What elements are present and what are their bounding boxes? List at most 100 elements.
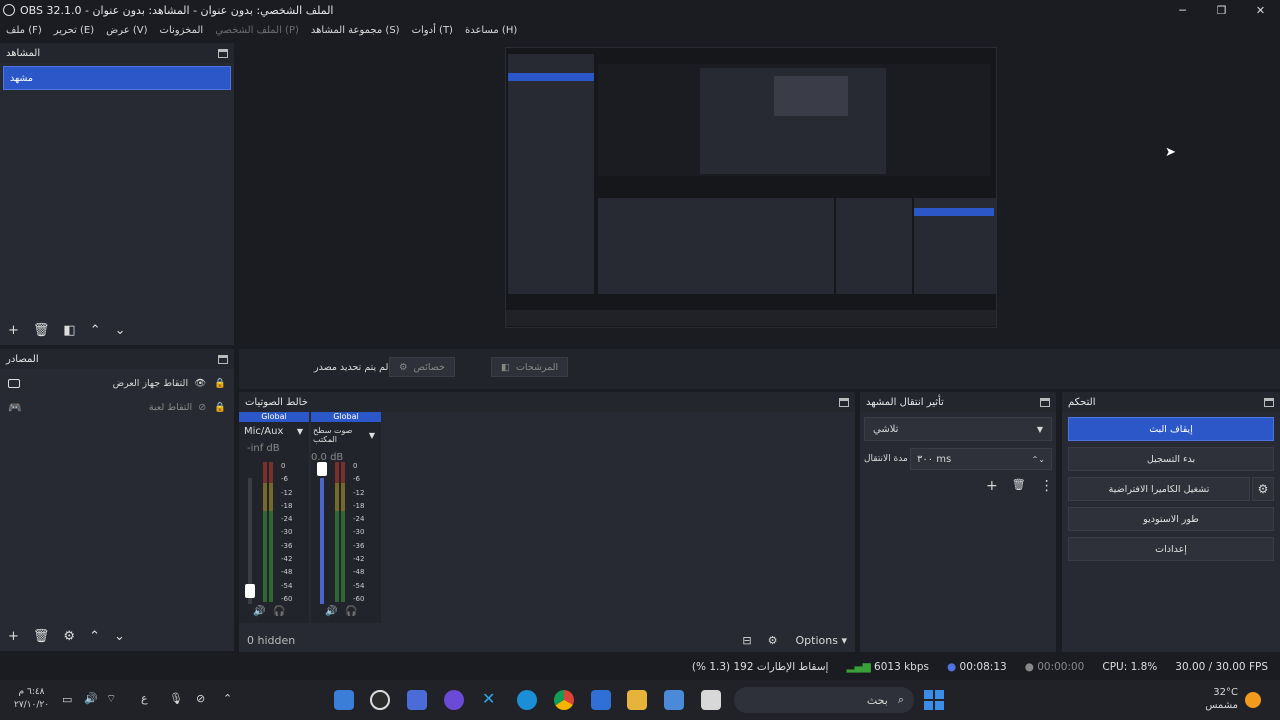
arrow-up-icon[interactable]: ⌃	[89, 629, 100, 644]
headphones-icon[interactable]: 🎧	[345, 606, 357, 617]
monitor-icon	[8, 378, 20, 388]
volume-slider-track[interactable]	[320, 478, 324, 604]
weather-widget[interactable]: 32°C مشمس	[1200, 686, 1238, 712]
start-virtual-camera-button[interactable]: تشغيل الكاميرا الافتراضية	[1068, 477, 1250, 501]
start-recording-button[interactable]: بدء التسجيل	[1068, 447, 1274, 471]
more-icon[interactable]: ⋮	[1040, 478, 1054, 494]
maximize-button[interactable]: ❐	[1202, 0, 1241, 20]
taskbar-app-icon[interactable]	[407, 690, 427, 710]
arrow-down-icon[interactable]: ⌄	[115, 323, 126, 338]
undock-icon[interactable]	[218, 48, 228, 58]
lock-icon[interactable]: 🔒	[214, 402, 226, 413]
chevron-up-icon[interactable]: ⌃	[223, 692, 232, 705]
transitions-dock: تأثير انتقال المشهد تلاشي ▼ مدة الانتقال…	[860, 392, 1056, 652]
stop-streaming-button[interactable]: إيقاف البث	[1068, 417, 1274, 441]
eye-hidden-icon[interactable]: ⊘	[198, 402, 206, 413]
mouse-cursor-icon: ➤	[1165, 145, 1176, 160]
notifications-off-icon[interactable]: ⊘	[196, 692, 205, 705]
undock-icon[interactable]	[1040, 397, 1050, 407]
obs-taskbar-icon[interactable]	[370, 690, 390, 710]
gear-icon[interactable]: ⚙	[768, 634, 778, 647]
input-language[interactable]: ع	[141, 692, 148, 705]
layout-icon[interactable]: ⊟	[742, 634, 751, 647]
menu-tools[interactable]: أدوات (T)	[412, 25, 453, 36]
record-icon: ●	[1024, 661, 1034, 673]
trash-icon[interactable]: 🗑	[33, 629, 50, 644]
volume-slider-handle[interactable]	[245, 584, 255, 598]
filter-icon[interactable]: ◧	[63, 323, 75, 338]
menu-help[interactable]: مساعدة (H)	[465, 25, 517, 36]
arrow-down-icon[interactable]: ⌄	[114, 629, 125, 644]
stream-timer: ● 00:08:13	[947, 661, 1007, 673]
capcut-icon[interactable]: ✕	[482, 689, 495, 708]
duration-input[interactable]: ٣٠٠ ms ⌃⌄	[910, 448, 1052, 470]
eye-icon[interactable]: 👁	[194, 378, 206, 389]
menu-docks[interactable]: المخزونات	[160, 25, 204, 36]
clock[interactable]: ٦:٤٨ م ٢٧/١٠/٢٠	[14, 686, 49, 712]
trash-icon[interactable]: 🗑	[1012, 478, 1026, 494]
task-view-icon[interactable]	[701, 690, 721, 710]
minimize-button[interactable]: ─	[1163, 0, 1202, 20]
virtual-camera-settings-icon[interactable]: ⚙	[1252, 477, 1274, 501]
gear-icon[interactable]: ⚙	[63, 629, 75, 644]
undock-icon[interactable]	[1264, 397, 1274, 407]
add-icon[interactable]: +	[986, 478, 998, 494]
preview-image	[505, 47, 997, 328]
close-button[interactable]: ✕	[1241, 0, 1280, 20]
bitrate: ▂▄▆ 6013 kbps	[846, 661, 929, 673]
properties-button[interactable]: ⚙ خصائص	[389, 357, 455, 377]
microphone-icon[interactable]: 🎙	[169, 692, 183, 705]
windows-start-icon[interactable]	[924, 690, 944, 710]
file-explorer-icon[interactable]	[627, 690, 647, 710]
gamepad-icon: 🎮	[8, 400, 22, 414]
store-icon[interactable]	[591, 690, 611, 710]
headphones-icon[interactable]: 🎧	[273, 606, 285, 617]
trash-icon[interactable]: 🗑	[33, 323, 50, 338]
search-icon: ⌕	[897, 693, 904, 706]
filters-button[interactable]: ◧ المرشحات	[491, 357, 569, 377]
volume-icon[interactable]: 🔊	[84, 692, 98, 705]
arrow-up-icon[interactable]: ⌃	[90, 323, 101, 338]
menu-scene-collection[interactable]: مجموعة المشاهد (S)	[311, 25, 400, 36]
taskbar-app-icon[interactable]	[444, 690, 464, 710]
menu-edit[interactable]: تحرير (E)	[54, 25, 94, 36]
lock-icon[interactable]: 🔒	[214, 378, 226, 389]
sources-header: المصادر	[0, 349, 234, 369]
fps: 30.00 / 30.00 FPS	[1175, 661, 1268, 673]
undock-icon[interactable]	[839, 397, 849, 407]
audio-mixer-dock: خالط الصوتيات Global Mic/Aux ▼ -inf dB 0…	[239, 392, 855, 652]
scenes-toolbar: + 🗑 ◧ ⌃ ⌄	[0, 323, 126, 338]
menu-profile[interactable]: الملف الشخصي (P)	[215, 25, 299, 36]
add-icon[interactable]: +	[8, 323, 19, 338]
dropped-frames: إسقاط الإطارات 192 (1.3 %)	[691, 661, 829, 673]
menu-file[interactable]: ملف (F)	[6, 25, 42, 36]
speaker-icon[interactable]: 🔊	[325, 606, 337, 617]
menu-view[interactable]: عرض (V)	[106, 25, 147, 36]
chrome-icon[interactable]	[554, 690, 574, 710]
preview-canvas[interactable]: ➤	[239, 43, 1280, 345]
source-item[interactable]: التقاط جهاز العرض 👁 🔒	[0, 371, 234, 395]
taskbar-app-icon[interactable]	[334, 690, 354, 710]
scene-item[interactable]: مشهد	[3, 66, 231, 90]
options-button[interactable]: Options ▾	[796, 634, 847, 647]
source-item[interactable]: 🎮 التقاط لعبة ⊘ 🔒	[0, 395, 234, 419]
edge-icon[interactable]	[517, 690, 537, 710]
channel-name: Mic/Aux	[244, 426, 284, 437]
settings-button[interactable]: إعدادات	[1068, 537, 1274, 561]
chevron-down-icon[interactable]: ▼	[297, 427, 303, 436]
wifi-icon[interactable]: ⌔	[106, 692, 116, 706]
copilot-icon[interactable]	[664, 690, 684, 710]
channel-db: 0.0 dB	[311, 452, 344, 463]
context-bar: لم يتم تحديد مصدر ⚙ خصائص ◧ المرشحات	[239, 349, 1280, 389]
volume-slider-handle[interactable]	[317, 462, 327, 476]
taskbar: ٦:٤٨ م ٢٧/١٠/٢٠ ▭ 🔊 ⌔ ع 🎙 ⊘ ⌃ ✕ بحث ⌕ 32…	[0, 680, 1280, 720]
spin-arrows-icon[interactable]: ⌃⌄	[1032, 455, 1051, 464]
undock-icon[interactable]	[218, 354, 228, 364]
search-box[interactable]: بحث ⌕	[734, 687, 914, 713]
add-icon[interactable]: +	[8, 629, 19, 644]
battery-icon[interactable]: ▭	[62, 693, 72, 706]
chevron-down-icon[interactable]: ▼	[369, 431, 375, 440]
studio-mode-button[interactable]: طور الاستوديو	[1068, 507, 1274, 531]
speaker-icon[interactable]: 🔊	[253, 606, 265, 617]
transition-select[interactable]: تلاشي ▼	[864, 417, 1052, 441]
